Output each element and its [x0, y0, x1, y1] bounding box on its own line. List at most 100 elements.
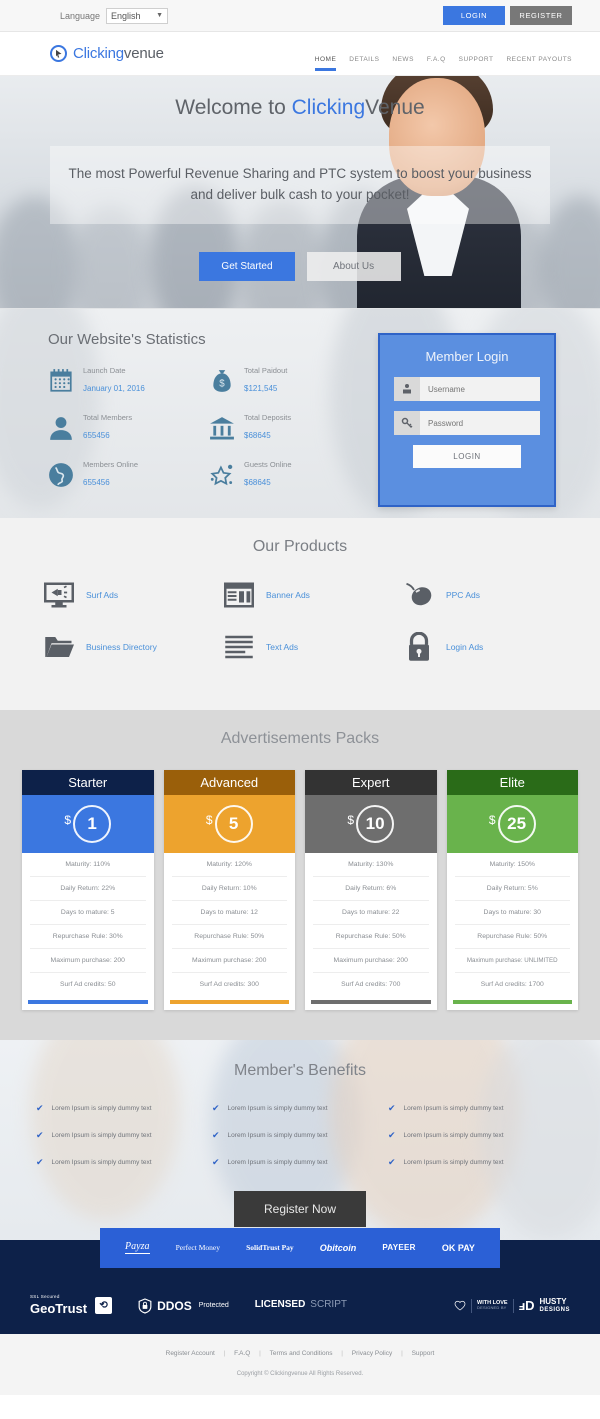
hero-section: Welcome to ClickingVenue The most Powerf… — [0, 76, 600, 308]
packs-title: Advertisements Packs — [220, 730, 380, 747]
member-login-submit-button[interactable]: LOGIN — [413, 445, 521, 468]
nav-item-home[interactable]: HOME — [314, 56, 337, 76]
register-now-button[interactable]: Register Now — [233, 1190, 367, 1227]
payment-processors-bar: Payza Perfect Money SolidTrust Pay Obitc… — [100, 1227, 500, 1268]
hero-title-prefix: Welcome to — [175, 96, 292, 119]
pack-currency: $ — [205, 813, 213, 827]
pack-feature: Maturity: 150% — [454, 853, 570, 877]
geotrust-mark-icon: ⟲ — [95, 1297, 113, 1314]
benefits-column-1: ✔ Lorem Ipsum is simply dummy text ✔ Lor… — [36, 1103, 212, 1185]
nav-item-faq[interactable]: F.A.Q — [427, 56, 446, 76]
perfect-money-logo[interactable]: Perfect Money — [176, 1243, 220, 1252]
pack-currency: $ — [347, 813, 355, 827]
about-us-button[interactable]: About Us — [306, 251, 401, 281]
pack-name: Elite — [446, 770, 578, 795]
hero-title-suffix: Venue — [365, 96, 425, 119]
husty-designs-credit[interactable]: WITH LOVE DESIGNED BY ⅎD HUSTY DESIGNS — [454, 1297, 570, 1313]
statistics-section: Our Website's Statistics Launch Date Jan… — [0, 308, 600, 518]
heart-icon — [454, 1300, 466, 1311]
husty-line2: DESIGNS — [539, 1306, 570, 1313]
product-ppc-ads[interactable]: PPC Ads — [390, 580, 570, 610]
password-input[interactable] — [420, 418, 540, 428]
pack-feature: Surf Ad credits: 700 — [341, 981, 401, 988]
pack-expert[interactable]: Expert $ 10 Maturity: 130% Daily Return:… — [305, 770, 437, 1010]
pack-feature: Days to mature: 5 — [30, 901, 146, 925]
pack-starter[interactable]: Starter $ 1 Maturity: 110% Daily Return:… — [22, 770, 154, 1010]
username-input[interactable] — [420, 384, 540, 394]
product-label: Surf Ads — [86, 590, 119, 600]
nav-item-news[interactable]: NEWS — [392, 56, 414, 76]
pack-feature: Repurchase Rule: 50% — [171, 925, 287, 949]
surf-ads-icon — [44, 580, 74, 610]
password-field-group — [394, 411, 540, 435]
benefit-item: ✔ Lorem Ipsum is simply dummy text — [212, 1157, 388, 1167]
pack-feature: Daily Return: 5% — [454, 877, 570, 901]
get-started-button[interactable]: Get Started — [199, 251, 295, 281]
check-icon: ✔ — [36, 1156, 44, 1167]
divider: | — [401, 1349, 403, 1357]
member-login-title: Member Login — [425, 349, 509, 364]
top-utility-bar: Language English ▼ LOGIN REGISTER — [0, 0, 600, 32]
nav-item-recent-payouts[interactable]: RECENT PAYOUTS — [506, 56, 572, 76]
benefits-grid: ✔ Lorem Ipsum is simply dummy text ✔ Lor… — [0, 1103, 600, 1185]
footer-link-support[interactable]: Support — [412, 1350, 435, 1357]
register-button[interactable]: REGISTER — [510, 6, 572, 25]
pack-feature: Maturity: 110% — [30, 853, 146, 877]
main-navigation: HOME DETAILS NEWS F.A.Q SUPPORT RECENT P… — [314, 32, 572, 76]
pack-feature: Surf Ad credits: 50 — [59, 981, 116, 988]
cursor-click-icon — [50, 45, 67, 62]
benefit-text: Lorem Ipsum is simply dummy text — [403, 1104, 504, 1112]
brand-name: Clickingvenue — [73, 45, 164, 62]
solidtrust-pay-logo[interactable]: SolidTrust Pay — [246, 1243, 294, 1252]
language-select[interactable]: English ▼ — [106, 7, 169, 24]
pack-price-block: $ 5 — [163, 795, 295, 853]
with-love-text: WITH LOVE DESIGNED BY — [477, 1300, 508, 1310]
nav-item-support[interactable]: SUPPORT — [459, 56, 494, 76]
hero-buttons: Get Started About Us — [0, 251, 600, 281]
pack-feature: Surf Ad credits: 300 — [199, 981, 259, 988]
footer-link-register-account[interactable]: Register Account — [166, 1350, 215, 1357]
product-label: Business Directory — [86, 642, 157, 652]
login-button[interactable]: LOGIN — [443, 6, 505, 25]
benefit-text: Lorem Ipsum is simply dummy text — [51, 1104, 152, 1112]
bitcoin-logo[interactable]: Obitcoin — [320, 1243, 357, 1253]
okpay-logo[interactable]: OK PAY — [442, 1243, 475, 1253]
product-banner-ads[interactable]: Banner Ads — [210, 580, 390, 610]
statistics-left: Our Website's Statistics Launch Date Jan… — [30, 327, 370, 507]
licensed-script-badge: LICENSED SCRIPT — [255, 1300, 347, 1311]
footer-link-terms[interactable]: Terms and Conditions — [270, 1350, 333, 1357]
footer-link-privacy-policy[interactable]: Privacy Policy — [352, 1350, 392, 1357]
folder-icon — [44, 632, 74, 662]
pack-feature: Repurchase Rule: 50% — [313, 925, 429, 949]
product-text-ads[interactable]: Text Ads — [210, 632, 390, 662]
money-bag-icon: $ — [209, 368, 235, 394]
benefit-text: Lorem Ipsum is simply dummy text — [51, 1131, 152, 1139]
product-surf-ads[interactable]: Surf Ads — [30, 580, 210, 610]
payeer-logo[interactable]: PAYEER — [382, 1243, 415, 1252]
pack-currency: $ — [488, 813, 496, 827]
ddos-badge: DDOS Protected — [138, 1297, 229, 1314]
product-login-ads[interactable]: Login Ads — [390, 632, 570, 662]
product-business-directory[interactable]: Business Directory — [30, 632, 210, 662]
globe-icon — [48, 462, 74, 488]
divider: | — [259, 1349, 261, 1357]
payza-logo[interactable]: Payza — [125, 1241, 150, 1254]
pack-advanced[interactable]: Advanced $ 5 Maturity: 120% Daily Return… — [163, 770, 295, 1010]
pack-elite[interactable]: Elite $ 25 Maturity: 150% Daily Return: … — [446, 770, 578, 1010]
pack-accent-bar — [28, 1000, 148, 1004]
pack-currency: $ — [64, 813, 72, 827]
pack-features: Maturity: 130% Daily Return: 6% Days to … — [305, 853, 437, 996]
benefit-item: ✔ Lorem Ipsum is simply dummy text — [212, 1130, 388, 1140]
site-header: Clickingvenue HOME DETAILS NEWS F.A.Q SU… — [0, 32, 600, 76]
hero-tagline: The most Powerful Revenue Sharing and PT… — [50, 146, 550, 224]
pack-feature: Daily Return: 22% — [30, 877, 146, 901]
brand-logo[interactable]: Clickingvenue — [50, 45, 164, 62]
user-icon — [48, 415, 74, 441]
payment-processors-zone: Payza Perfect Money SolidTrust Pay Obitc… — [0, 1227, 600, 1284]
nav-item-details[interactable]: DETAILS — [349, 56, 379, 76]
stat-label: Launch Date — [83, 366, 126, 375]
husty-line1: HUSTY — [539, 1297, 567, 1307]
language-selector-group: Language English ▼ — [60, 7, 169, 24]
svg-text:$: $ — [219, 378, 225, 389]
footer-link-faq[interactable]: F.A.Q — [234, 1350, 250, 1357]
